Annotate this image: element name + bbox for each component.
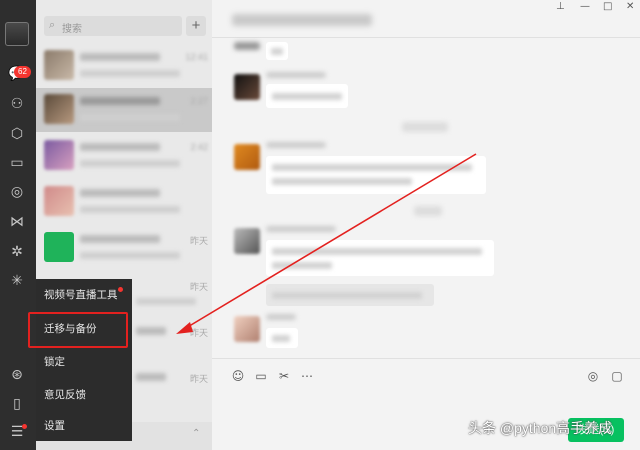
watermark: 头条 @python高手养成 (468, 420, 613, 436)
annotation-arrow (176, 153, 477, 334)
